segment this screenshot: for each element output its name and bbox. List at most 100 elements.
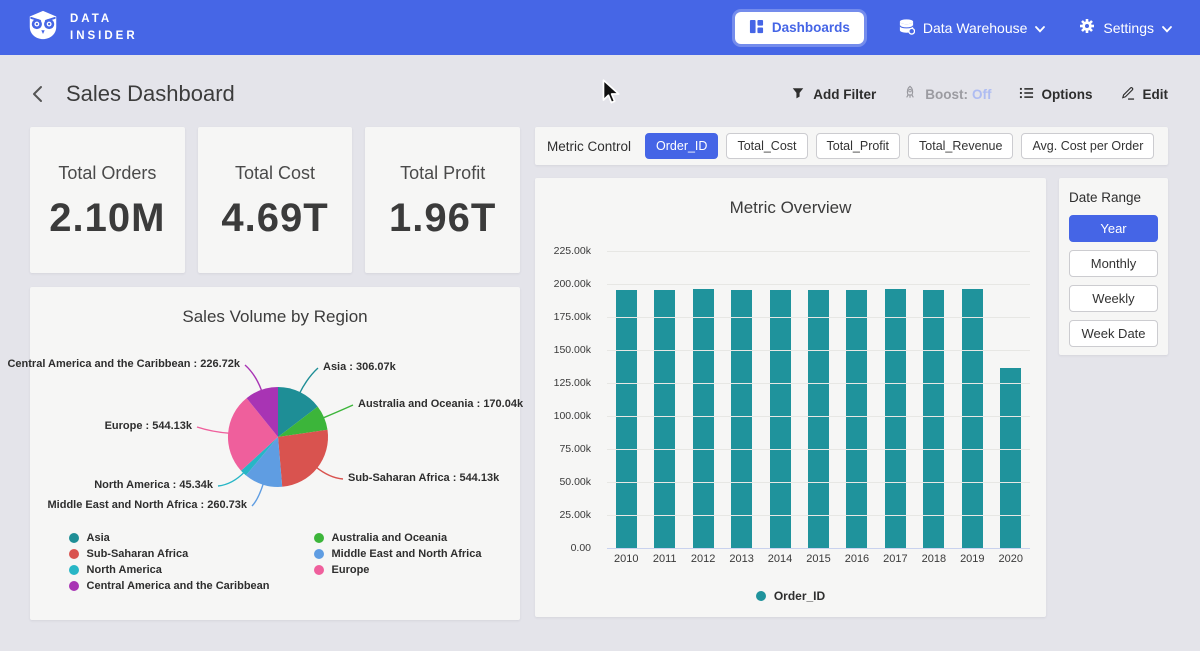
pie-legend-label: Central America and the Caribbean: [87, 580, 270, 592]
bar-chart-title: Metric Overview: [549, 178, 1032, 218]
dashboard-grid-icon: [749, 19, 764, 37]
pie-legend-label: Australia and Oceania: [332, 532, 448, 544]
bar-2015[interactable]: [808, 290, 829, 548]
legend-dot: [756, 591, 766, 601]
kpi-row: Total Orders2.10MTotal Cost4.69TTotal Pr…: [30, 127, 520, 273]
bar-2010[interactable]: [616, 290, 637, 548]
pie-legend-label: Asia: [87, 532, 110, 544]
pie-legend-label: North America: [87, 564, 162, 576]
pie-legend-item-middle-east-and-north-africa[interactable]: Middle East and North Africa: [314, 548, 482, 560]
pie-callout-line: [218, 472, 245, 486]
kpi-card-total-orders: Total Orders2.10M: [30, 127, 185, 273]
bar-slot: [799, 251, 837, 548]
gridline: [607, 482, 1030, 483]
bar-2018[interactable]: [923, 290, 944, 548]
metric-control-bar: Metric Control Order_IDTotal_CostTotal_P…: [535, 127, 1168, 165]
bar-slot: [645, 251, 683, 548]
bar-slot: [684, 251, 722, 548]
pie-legend-item-sub-saharan-africa[interactable]: Sub-Saharan Africa: [69, 548, 270, 560]
pie-legend-item-asia[interactable]: Asia: [69, 532, 270, 544]
y-axis-labels: 225.00k200.00k175.00k150.00k125.00k100.0…: [549, 251, 597, 548]
bar-2012[interactable]: [693, 289, 714, 548]
bar-slot: [992, 251, 1030, 548]
pie-label-australia-and-oceania: Australia and Oceania : 170.04k: [358, 398, 523, 410]
bar-slot: [761, 251, 799, 548]
back-button[interactable]: [30, 84, 46, 104]
date-range-weekly[interactable]: Weekly: [1069, 285, 1158, 312]
pie-slice-sub-saharan-africa[interactable]: [278, 430, 328, 487]
bar-slot: [722, 251, 760, 548]
x-axis-labels: 2010201120122013201420152016201720182019…: [607, 553, 1030, 565]
pie-chart-card: Sales Volume by Region Asia : 306.07kAus…: [30, 287, 520, 620]
date-range-week-date[interactable]: Week Date: [1069, 320, 1158, 347]
page-title: Sales Dashboard: [66, 81, 235, 107]
settings-menu[interactable]: Settings: [1079, 18, 1172, 37]
legend-dot: [314, 565, 324, 575]
pie-legend-item-central-america-and-the-caribbean[interactable]: Central America and the Caribbean: [69, 580, 270, 592]
pie-legend-label: Sub-Saharan Africa: [87, 548, 189, 560]
metric-button-order-id[interactable]: Order_ID: [645, 133, 718, 159]
x-tick-2017: 2017: [876, 553, 914, 565]
x-tick-2012: 2012: [684, 553, 722, 565]
bar-2014[interactable]: [770, 290, 791, 548]
x-tick-2010: 2010: [607, 553, 645, 565]
gridline: [607, 284, 1030, 285]
metric-button-total-revenue[interactable]: Total_Revenue: [908, 133, 1013, 159]
pie-label-sub-saharan-africa: Sub-Saharan Africa : 544.13k: [348, 472, 499, 484]
metric-button-total-profit[interactable]: Total_Profit: [816, 133, 901, 159]
x-tick-2015: 2015: [799, 553, 837, 565]
pie-label-north-america: North America : 45.34k: [94, 479, 213, 491]
pie-label-central-america-and-the-caribbean: Central America and the Caribbean : 226.…: [7, 358, 240, 370]
legend-series-label: Order_ID: [774, 589, 825, 603]
y-tick: 225.00k: [554, 245, 591, 257]
bar-2019[interactable]: [962, 289, 983, 548]
pie-legend-item-europe[interactable]: Europe: [314, 564, 482, 576]
x-tick-2014: 2014: [761, 553, 799, 565]
bar-chart-card: Metric Overview 225.00k200.00k175.00k150…: [535, 178, 1046, 617]
owl-logo-icon: [26, 8, 60, 47]
pie-legend-column: Asia Sub-Saharan Africa North America Centr…: [69, 532, 270, 592]
y-tick: 25.00k: [559, 509, 591, 521]
y-tick: 125.00k: [554, 377, 591, 389]
data-warehouse-menu[interactable]: Data Warehouse: [898, 18, 1046, 38]
list-icon: [1019, 86, 1034, 103]
y-tick: 0.00: [571, 542, 591, 554]
gridline: [607, 317, 1030, 318]
rocket-icon: [903, 85, 917, 103]
edit-button[interactable]: Edit: [1120, 85, 1169, 103]
bar-2013[interactable]: [731, 290, 752, 548]
brand[interactable]: DATA INSIDER: [26, 8, 138, 47]
x-tick-2019: 2019: [953, 553, 991, 565]
options-button[interactable]: Options: [1019, 86, 1093, 103]
bar-chart-plot-area: [607, 251, 1030, 548]
x-tick-2016: 2016: [838, 553, 876, 565]
x-tick-2013: 2013: [722, 553, 760, 565]
kpi-value: 1.96T: [365, 196, 520, 241]
bar-2020[interactable]: [1000, 368, 1021, 548]
bar-chart-legend: Order_ID: [549, 589, 1032, 603]
bar-2011[interactable]: [654, 290, 675, 548]
legend-dot: [69, 581, 79, 591]
pie-legend: Asia Sub-Saharan Africa North America Centr…: [30, 532, 520, 592]
gridline: [607, 251, 1030, 252]
pie-legend-item-north-america[interactable]: North America: [69, 564, 270, 576]
bar-slot: [607, 251, 645, 548]
bar-2017[interactable]: [885, 289, 906, 548]
add-filter-button[interactable]: Add Filter: [791, 86, 876, 103]
database-icon: [898, 18, 915, 38]
legend-dot: [314, 549, 324, 559]
pie-callout-line: [252, 483, 264, 506]
gridline: [607, 416, 1030, 417]
dashboards-button[interactable]: Dashboards: [735, 12, 864, 44]
pencil-icon: [1120, 85, 1135, 103]
y-tick: 100.00k: [554, 410, 591, 422]
date-range-year[interactable]: Year: [1069, 215, 1158, 242]
metric-button-total-cost[interactable]: Total_Cost: [726, 133, 807, 159]
metric-button-avg-cost-per-order[interactable]: Avg. Cost per Order: [1021, 133, 1154, 159]
date-range-monthly[interactable]: Monthly: [1069, 250, 1158, 277]
titlebar: Sales Dashboard Add Filter Boost: Off: [0, 55, 1200, 127]
pie-legend-item-australia-and-oceania[interactable]: Australia and Oceania: [314, 532, 482, 544]
boost-toggle[interactable]: Boost: Off: [903, 85, 991, 103]
brand-text: DATA INSIDER: [70, 11, 138, 44]
bar-2016[interactable]: [846, 290, 867, 548]
